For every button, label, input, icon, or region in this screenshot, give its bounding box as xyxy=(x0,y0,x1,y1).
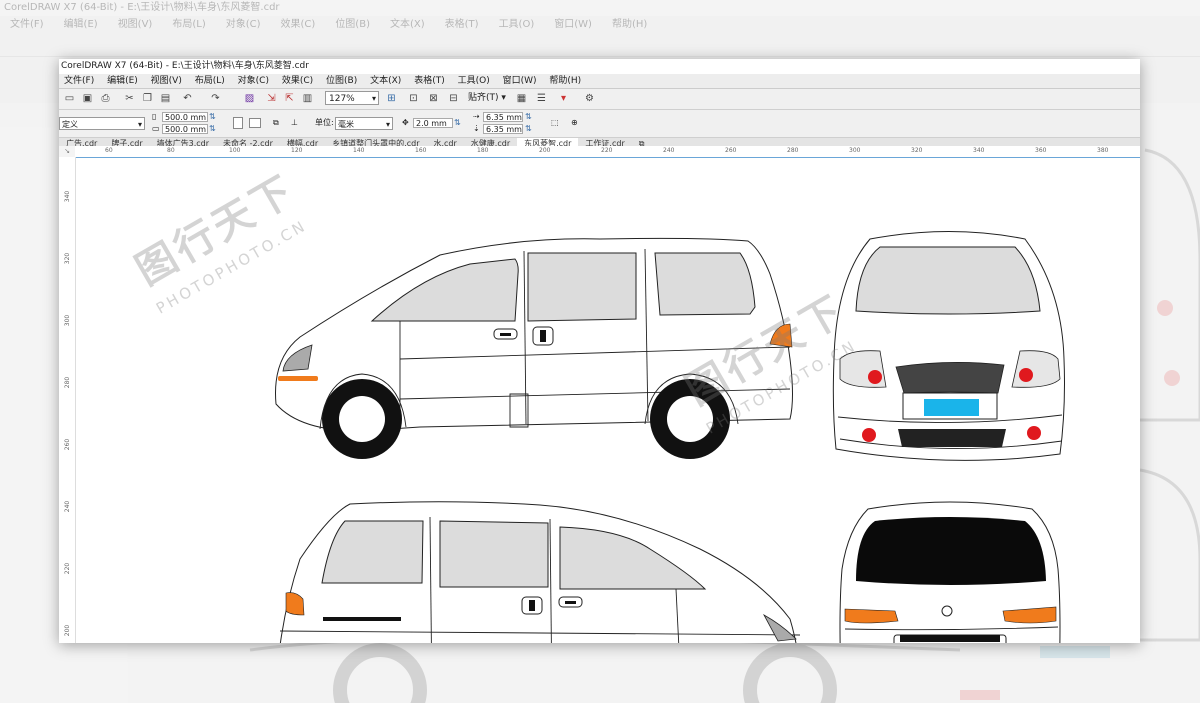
menu-table[interactable]: 表格(T) xyxy=(409,74,450,88)
menubar: 文件(F) 编辑(E) 视图(V) 布局(L) 对象(C) 效果(C) 位图(B… xyxy=(59,74,1140,89)
dup-y-spinner-icon[interactable]: ⇅ xyxy=(525,123,532,135)
ruler-tick-label: 140 xyxy=(353,147,365,154)
ruler-tick-label: 60 xyxy=(105,147,113,154)
ruler-tick-label: 240 xyxy=(663,147,675,154)
van-front-view[interactable] xyxy=(832,231,1065,461)
copy-icon[interactable]: ❐ xyxy=(141,92,154,105)
standard-toolbar: ▭ ▣ ⎙ ✂ ❐ ▤ ↶ ↷ ▨ ⇲ ⇱ ▥ 127% ⊞ ⊡ ⊠ ⊟ 贴齐(… xyxy=(59,89,1140,110)
menu-help[interactable]: 帮助(H) xyxy=(544,74,586,88)
ruler-origin[interactable]: ↘ xyxy=(59,146,75,157)
dup-x-spinner-icon[interactable]: ⇅ xyxy=(525,111,532,123)
units-select[interactable]: 毫米 xyxy=(335,117,393,131)
menu-text[interactable]: 文本(X) xyxy=(365,74,406,88)
settings-gear-icon[interactable]: ⚙ xyxy=(583,92,596,105)
bg-title: CorelDRAW X7 (64-Bit) - E:\王设计\物料\车身\东风菱… xyxy=(0,0,1200,16)
unit-label: 单位: xyxy=(315,118,334,127)
ruler-tick-label: 80 xyxy=(167,147,175,154)
horizontal-ruler[interactable]: 60 80 100 120 140 160 180 200 220 240 260 280 300 320… xyxy=(75,146,1140,158)
nudge-distance-input[interactable]: 2.0 mm xyxy=(413,118,453,128)
landscape-icon[interactable] xyxy=(249,118,261,128)
show-grid-icon[interactable]: ⊠ xyxy=(427,92,440,105)
ruler-tick-label: 380 xyxy=(1097,147,1109,154)
nudge-spinner-icon[interactable]: ⇅ xyxy=(454,117,461,129)
ruler-tick-label: 320 xyxy=(911,147,923,154)
bg-menubar: 文件(F) 编辑(E) 视图(V) 布局(L) 对象(C) 效果(C) 位图(B) 文本(X)… xyxy=(0,16,1200,35)
ruler-tick-label: 300 xyxy=(849,147,861,154)
van-side-view-right[interactable] xyxy=(276,501,801,643)
menu-layout[interactable]: 布局(L) xyxy=(190,74,230,88)
open-icon[interactable]: ▭ xyxy=(63,92,76,105)
ruler-tick-label: 280 xyxy=(64,376,72,389)
ruler-tick-label: 340 xyxy=(64,190,72,203)
current-page-icon[interactable]: ⊥ xyxy=(291,117,298,129)
paste-icon[interactable]: ▤ xyxy=(159,92,172,105)
menu-bitmaps[interactable]: 位图(B) xyxy=(321,74,362,88)
duplicate-y-input[interactable]: 6.35 mm xyxy=(483,124,523,134)
treat-as-filled-icon[interactable]: ⬚ xyxy=(551,117,559,129)
ruler-tick-label: 180 xyxy=(477,147,489,154)
ruler-tick-label: 320 xyxy=(64,252,72,265)
duplicate-x-icon: ⇢ xyxy=(473,112,480,121)
height-icon: ▭ xyxy=(152,124,160,133)
snap-to-menu[interactable]: 贴齐(T) ▾ xyxy=(468,92,506,105)
width-spinner-icon[interactable]: ⇅ xyxy=(209,111,216,123)
duplicate-y-icon: ⇣ xyxy=(473,124,480,133)
welcome-screen-icon[interactable]: ▦ xyxy=(515,92,528,105)
nudge-icon: ✥ xyxy=(402,118,409,127)
save-icon[interactable]: ▣ xyxy=(81,92,94,105)
show-guidelines-icon[interactable]: ⊟ xyxy=(447,92,460,105)
menu-window[interactable]: 窗口(W) xyxy=(498,74,542,88)
undo-icon[interactable]: ↶ xyxy=(181,92,194,105)
ruler-tick-label: 120 xyxy=(291,147,303,154)
ruler-tick-label: 340 xyxy=(973,147,985,154)
ruler-tick-label: 100 xyxy=(229,147,241,154)
ruler-tick-label: 220 xyxy=(64,562,72,575)
show-rulers-icon[interactable]: ⊡ xyxy=(407,92,420,105)
full-screen-icon[interactable]: ⊞ xyxy=(385,92,398,105)
all-pages-icon[interactable]: ⧉ xyxy=(273,117,279,129)
ruler-tick-label: 360 xyxy=(1035,147,1047,154)
vertical-ruler[interactable]: 340 320 300 280 260 240 220 200 xyxy=(59,157,76,643)
publish-pdf-icon[interactable]: ▥ xyxy=(301,92,314,105)
drawing-canvas[interactable]: .o{fill:#fff;stroke:#222;stroke-width:1;… xyxy=(76,158,1140,643)
menu-edit[interactable]: 编辑(E) xyxy=(102,74,143,88)
import-icon[interactable]: ⇲ xyxy=(265,92,278,105)
page-width-input[interactable]: 500.0 mm xyxy=(162,112,208,122)
property-bar: 定义 ▯ 500.0 mm ▭ 500.0 mm ⇅ ⇅ ⧉ ⊥ 单位: 毫米 … xyxy=(59,110,1140,138)
menu-object[interactable]: 对象(C) xyxy=(233,74,274,88)
width-icon: ▯ xyxy=(152,112,157,121)
menu-effects[interactable]: 效果(C) xyxy=(277,74,318,88)
duplicate-x-input[interactable]: 6.35 mm xyxy=(483,112,523,122)
ruler-tick-label: 280 xyxy=(787,147,799,154)
window-title: CorelDRAW X7 (64-Bit) - E:\王设计\物料\车身\东风菱… xyxy=(59,59,1140,74)
cut-icon[interactable]: ✂ xyxy=(123,92,136,105)
ruler-tick-label: 160 xyxy=(415,147,427,154)
page-preset-select[interactable]: 定义 xyxy=(59,117,145,131)
ruler-tick-label: 300 xyxy=(64,314,72,327)
coreldraw-window: CorelDRAW X7 (64-Bit) - E:\王设计\物料\车身\东风菱… xyxy=(59,59,1140,643)
ruler-tick-label: 200 xyxy=(64,624,72,637)
export-icon[interactable]: ⇱ xyxy=(283,92,296,105)
van-rear-view[interactable] xyxy=(839,501,1061,643)
menu-tools[interactable]: 工具(O) xyxy=(453,74,495,88)
ruler-tick-label: 260 xyxy=(64,438,72,451)
portrait-icon[interactable] xyxy=(233,117,243,129)
page-height-input[interactable]: 500.0 mm xyxy=(162,124,208,134)
options-icon[interactable]: ☰ xyxy=(535,92,548,105)
quick-customize-icon[interactable]: ⊕ xyxy=(571,117,578,129)
print-icon[interactable]: ⎙ xyxy=(99,92,112,105)
menu-view[interactable]: 视图(V) xyxy=(146,74,187,88)
application-launcher-icon[interactable]: ▾ xyxy=(557,92,570,105)
redo-icon[interactable]: ↷ xyxy=(209,92,222,105)
bg-toolbar xyxy=(0,34,1200,57)
zoom-level-select[interactable]: 127% xyxy=(325,91,379,106)
ruler-tick-label: 220 xyxy=(601,147,613,154)
height-spinner-icon[interactable]: ⇅ xyxy=(209,123,216,135)
menu-file[interactable]: 文件(F) xyxy=(59,74,99,88)
ruler-tick-label: 260 xyxy=(725,147,737,154)
corel-connect-icon[interactable]: ▨ xyxy=(243,92,256,105)
ruler-tick-label: 200 xyxy=(539,147,551,154)
ruler-tick-label: 240 xyxy=(64,500,72,513)
